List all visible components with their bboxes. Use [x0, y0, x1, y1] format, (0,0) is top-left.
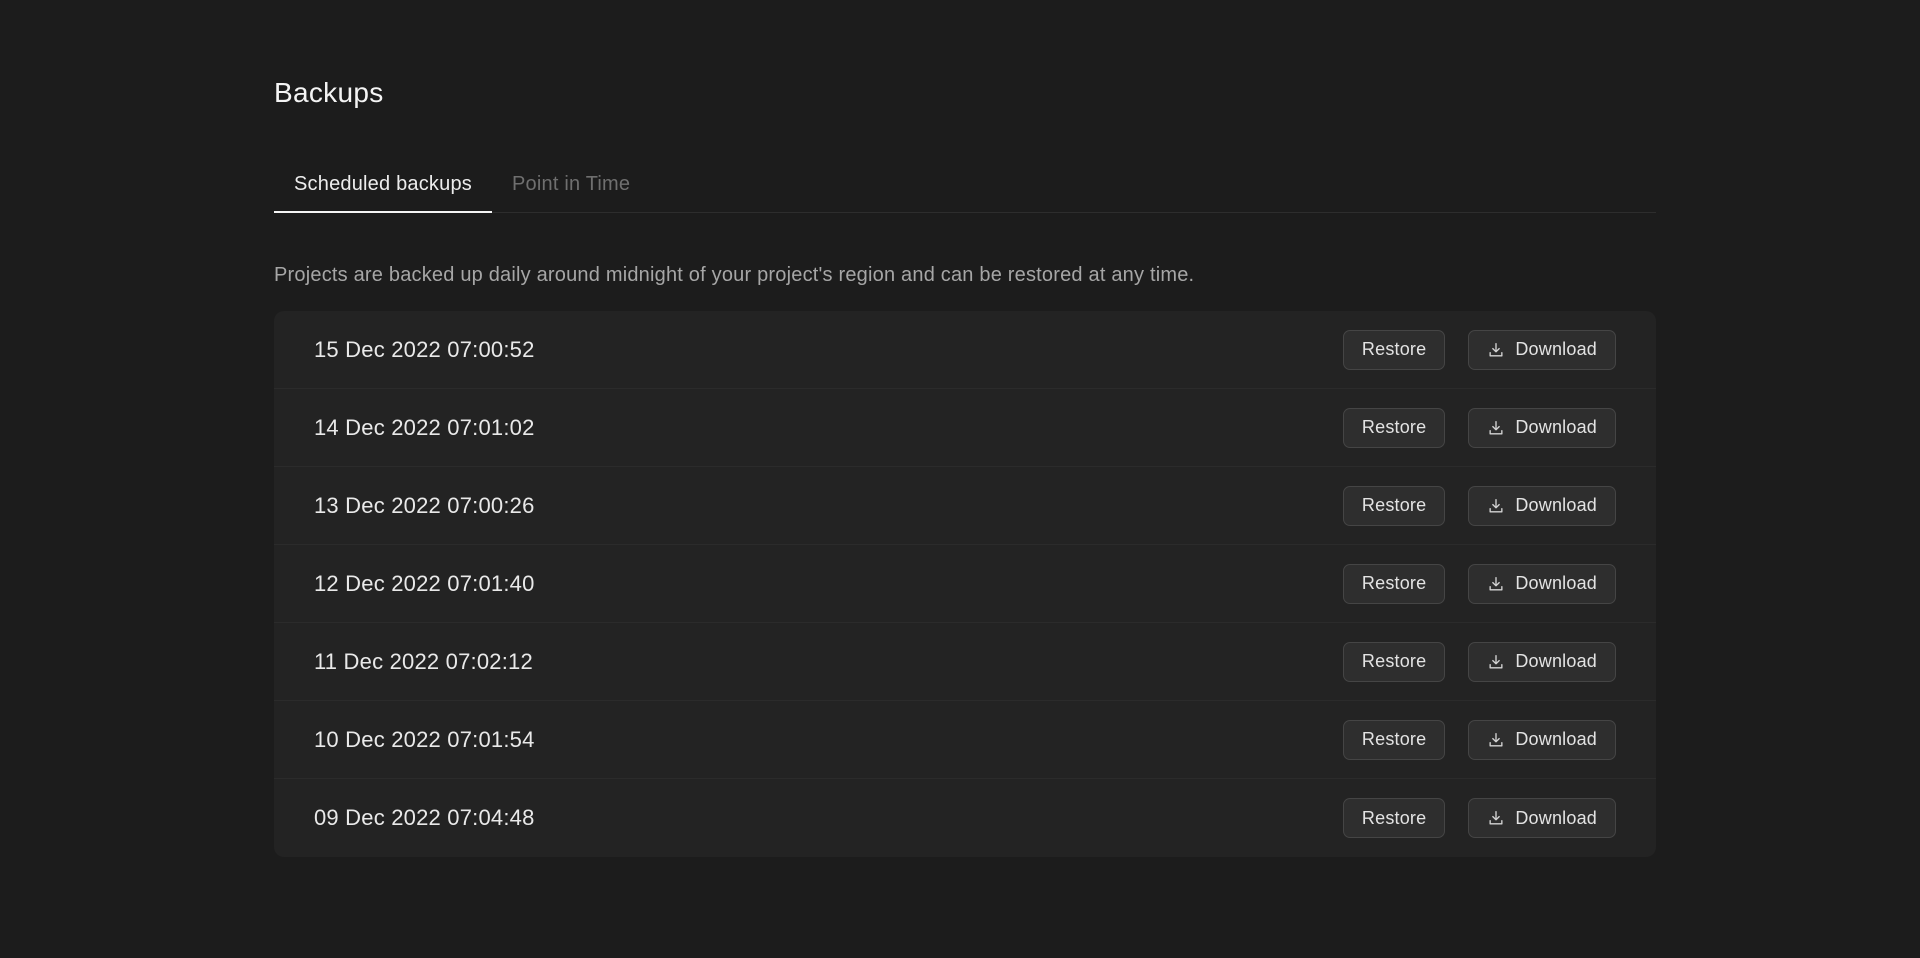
download-button[interactable]: Download [1468, 408, 1616, 448]
tab-scheduled-backups[interactable]: Scheduled backups [274, 172, 492, 213]
backup-actions: Restore Download [1343, 798, 1616, 838]
download-icon [1487, 419, 1505, 437]
backup-row: 15 Dec 2022 07:00:52 Restore Download [274, 311, 1656, 389]
backup-row: 10 Dec 2022 07:01:54 Restore Download [274, 701, 1656, 779]
backup-row: 13 Dec 2022 07:00:26 Restore Download [274, 467, 1656, 545]
backup-timestamp: 13 Dec 2022 07:00:26 [314, 493, 535, 519]
download-button[interactable]: Download [1468, 798, 1616, 838]
download-label: Download [1515, 573, 1597, 594]
restore-button[interactable]: Restore [1343, 564, 1445, 604]
backup-timestamp: 10 Dec 2022 07:01:54 [314, 727, 535, 753]
download-button[interactable]: Download [1468, 564, 1616, 604]
backup-row: 09 Dec 2022 07:04:48 Restore Download [274, 779, 1656, 857]
backups-description: Projects are backed up daily around midn… [274, 263, 1656, 287]
backup-actions: Restore Download [1343, 408, 1616, 448]
download-icon [1487, 575, 1505, 593]
download-label: Download [1515, 651, 1597, 672]
tab-point-in-time[interactable]: Point in Time [492, 172, 650, 213]
backup-row: 11 Dec 2022 07:02:12 Restore Download [274, 623, 1656, 701]
backups-list: 15 Dec 2022 07:00:52 Restore Download 14… [274, 311, 1656, 857]
backup-row: 12 Dec 2022 07:01:40 Restore Download [274, 545, 1656, 623]
restore-button[interactable]: Restore [1343, 720, 1445, 760]
backup-timestamp: 11 Dec 2022 07:02:12 [314, 649, 533, 675]
download-label: Download [1515, 729, 1597, 750]
backup-timestamp: 12 Dec 2022 07:01:40 [314, 571, 535, 597]
download-button[interactable]: Download [1468, 330, 1616, 370]
backup-timestamp: 09 Dec 2022 07:04:48 [314, 805, 535, 831]
restore-label: Restore [1362, 729, 1426, 750]
restore-label: Restore [1362, 339, 1426, 360]
backup-actions: Restore Download [1343, 720, 1616, 760]
backup-actions: Restore Download [1343, 486, 1616, 526]
backup-actions: Restore Download [1343, 564, 1616, 604]
restore-button[interactable]: Restore [1343, 330, 1445, 370]
download-label: Download [1515, 808, 1597, 829]
download-icon [1487, 341, 1505, 359]
download-label: Download [1515, 417, 1597, 438]
download-button[interactable]: Download [1468, 642, 1616, 682]
restore-button[interactable]: Restore [1343, 642, 1445, 682]
backup-actions: Restore Download [1343, 642, 1616, 682]
restore-label: Restore [1362, 417, 1426, 438]
download-icon [1487, 731, 1505, 749]
restore-label: Restore [1362, 495, 1426, 516]
download-icon [1487, 497, 1505, 515]
download-icon [1487, 809, 1505, 827]
backups-page: Backups Scheduled backups Point in Time … [274, 0, 1656, 857]
page-title: Backups [274, 0, 1656, 110]
restore-button[interactable]: Restore [1343, 798, 1445, 838]
restore-label: Restore [1362, 651, 1426, 672]
download-button[interactable]: Download [1468, 720, 1616, 760]
restore-label: Restore [1362, 808, 1426, 829]
backup-timestamp: 14 Dec 2022 07:01:02 [314, 415, 535, 441]
download-label: Download [1515, 339, 1597, 360]
restore-button[interactable]: Restore [1343, 486, 1445, 526]
download-button[interactable]: Download [1468, 486, 1616, 526]
download-label: Download [1515, 495, 1597, 516]
restore-button[interactable]: Restore [1343, 408, 1445, 448]
download-icon [1487, 653, 1505, 671]
restore-label: Restore [1362, 573, 1426, 594]
tabs-bar: Scheduled backups Point in Time [274, 172, 1656, 213]
backup-actions: Restore Download [1343, 330, 1616, 370]
backup-timestamp: 15 Dec 2022 07:00:52 [314, 337, 535, 363]
backup-row: 14 Dec 2022 07:01:02 Restore Download [274, 389, 1656, 467]
